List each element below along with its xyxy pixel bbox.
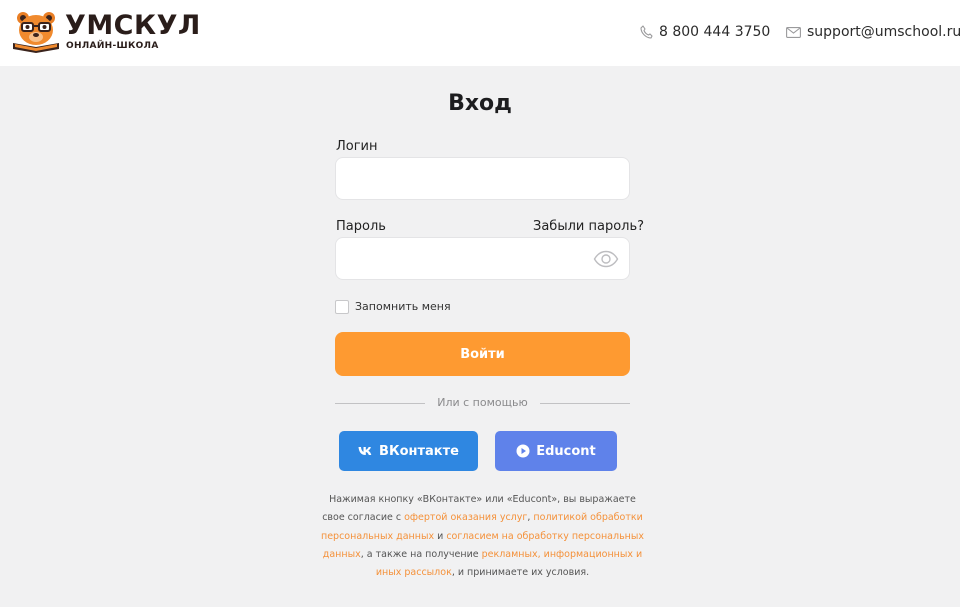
login-input[interactable]	[335, 157, 630, 200]
page-title: Вход	[448, 91, 512, 116]
bear-logo-icon	[13, 12, 59, 53]
vk-label: ВКонтакте	[379, 443, 459, 459]
logo[interactable]: УМСКУЛ ОНЛАЙН-ШКОЛА	[11, 9, 201, 55]
remember-checkbox[interactable]	[335, 299, 349, 314]
login-button[interactable]: Войти	[335, 332, 630, 376]
offer-link[interactable]: офертой оказания услуг	[404, 512, 527, 523]
header: УМСКУЛ ОНЛАЙН-ШКОЛА 8 800 444 3750 suppo…	[0, 0, 960, 66]
password-label: Пароль	[336, 219, 386, 234]
consent-text-part: , и принимаете их условия.	[451, 567, 590, 579]
educont-play-icon	[516, 444, 530, 458]
contact-phone[interactable]: 8 800 444 3750	[640, 23, 770, 41]
consent-text-part: и	[434, 530, 447, 542]
contact-email[interactable]: support@umschool.ru	[786, 23, 960, 41]
remember-me[interactable]: Запомнить меня	[335, 299, 451, 314]
eye-icon[interactable]	[593, 250, 619, 268]
educont-login-button[interactable]: Educont	[495, 431, 617, 471]
password-input[interactable]	[335, 237, 630, 280]
educont-label: Educont	[536, 443, 596, 459]
vk-icon	[358, 447, 372, 455]
email-address: support@umschool.ru	[807, 24, 960, 40]
phone-number: 8 800 444 3750	[659, 24, 771, 40]
remember-label: Запомнить меня	[355, 300, 451, 313]
divider: Или с помощью	[335, 396, 630, 410]
divider-line-right	[540, 403, 630, 404]
mail-icon	[786, 26, 801, 38]
vk-login-button[interactable]: ВКонтакте	[339, 431, 478, 471]
consent-text-part: , а также на получение	[360, 548, 482, 560]
logo-title: УМСКУЛ	[65, 10, 201, 41]
consent-text: Нажимая кнопку «ВКонтакте» или «Educont»…	[320, 491, 645, 582]
phone-icon	[640, 25, 653, 39]
login-label: Логин	[336, 139, 378, 154]
logo-subtitle: ОНЛАЙН-ШКОЛА	[66, 41, 159, 51]
forgot-password-link[interactable]: Забыли пароль?	[533, 219, 644, 234]
